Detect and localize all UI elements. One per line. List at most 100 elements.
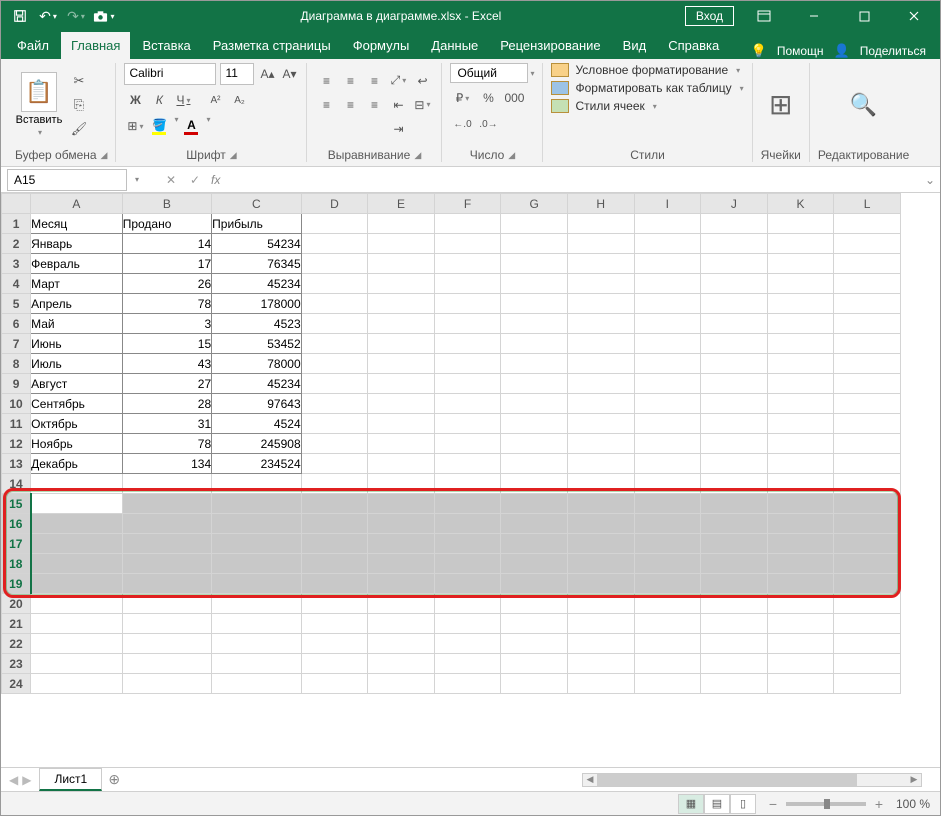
row-header-18[interactable]: 18 (2, 554, 31, 574)
horizontal-scrollbar[interactable]: ◀ ▶ (582, 773, 922, 787)
col-header-F[interactable]: F (434, 194, 501, 214)
cell-B23[interactable] (122, 654, 211, 674)
cell-C12[interactable]: 245908 (212, 434, 301, 454)
row-header-23[interactable]: 23 (2, 654, 31, 674)
tab-insert[interactable]: Вставка (132, 32, 200, 59)
cell-L14[interactable] (834, 474, 901, 494)
cell-L3[interactable] (834, 254, 901, 274)
cell-F22[interactable] (434, 634, 501, 654)
tab-data[interactable]: Данные (421, 32, 488, 59)
cell-A1[interactable]: Месяц (31, 214, 123, 234)
cell-F10[interactable] (434, 394, 501, 414)
cut-icon[interactable]: ✂ (69, 71, 89, 91)
cell-I18[interactable] (634, 554, 701, 574)
cell-A13[interactable]: Декабрь (31, 454, 123, 474)
row-header-14[interactable]: 14 (2, 474, 31, 494)
cell-B19[interactable] (122, 574, 211, 594)
cell-L11[interactable] (834, 414, 901, 434)
cell-G19[interactable] (501, 574, 568, 594)
dialog-launcher-icon[interactable]: ◢ (101, 150, 108, 161)
cell-B6[interactable]: 3 (122, 314, 211, 334)
zoom-in-icon[interactable]: + (872, 796, 886, 812)
row-header-21[interactable]: 21 (2, 614, 31, 634)
cell-D12[interactable] (301, 434, 368, 454)
cell-I22[interactable] (634, 634, 701, 654)
cell-J6[interactable] (701, 314, 768, 334)
col-header-L[interactable]: L (834, 194, 901, 214)
cell-J23[interactable] (701, 654, 768, 674)
cell-D8[interactable] (301, 354, 368, 374)
cell-D6[interactable] (301, 314, 368, 334)
merge-cells-icon[interactable]: ⊟▾ (411, 94, 433, 116)
cell-A18[interactable] (31, 554, 123, 574)
cell-E16[interactable] (368, 514, 435, 534)
cell-C24[interactable] (212, 674, 301, 694)
cell-H1[interactable] (567, 214, 634, 234)
font-size-select[interactable]: 11 (220, 63, 254, 85)
cell-G13[interactable] (501, 454, 568, 474)
row-header-11[interactable]: 11 (2, 414, 31, 434)
cell-H23[interactable] (567, 654, 634, 674)
cell-B11[interactable]: 31 (122, 414, 211, 434)
copy-icon[interactable]: ⎘ (69, 95, 89, 115)
cell-B2[interactable]: 14 (122, 234, 211, 254)
cell-J21[interactable] (701, 614, 768, 634)
row-header-3[interactable]: 3 (2, 254, 31, 274)
row-header-12[interactable]: 12 (2, 434, 31, 454)
cell-E19[interactable] (368, 574, 435, 594)
cell-L4[interactable] (834, 274, 901, 294)
cell-L24[interactable] (834, 674, 901, 694)
cell-I17[interactable] (634, 534, 701, 554)
cell-C22[interactable] (212, 634, 301, 654)
tab-review[interactable]: Рецензирование (490, 32, 610, 59)
font-name-select[interactable]: Calibri (124, 63, 216, 85)
col-header-C[interactable]: C (212, 194, 301, 214)
row-header-9[interactable]: 9 (2, 374, 31, 394)
cell-G23[interactable] (501, 654, 568, 674)
cell-L12[interactable] (834, 434, 901, 454)
cell-I7[interactable] (634, 334, 701, 354)
cell-C20[interactable] (212, 594, 301, 614)
row-header-6[interactable]: 6 (2, 314, 31, 334)
cell-B15[interactable] (122, 494, 211, 514)
worksheet-grid[interactable]: ABCDEFGHIJKL1МесяцПроданоПрибыль2Январь1… (1, 193, 940, 767)
row-header-19[interactable]: 19 (2, 574, 31, 594)
cell-K15[interactable] (767, 494, 834, 514)
cell-L8[interactable] (834, 354, 901, 374)
cell-A19[interactable] (31, 574, 123, 594)
tab-formulas[interactable]: Формулы (343, 32, 420, 59)
cell-H7[interactable] (567, 334, 634, 354)
share-label[interactable]: Поделиться (860, 44, 926, 58)
cell-H18[interactable] (567, 554, 634, 574)
cell-G18[interactable] (501, 554, 568, 574)
cell-E24[interactable] (368, 674, 435, 694)
cell-K4[interactable] (767, 274, 834, 294)
cell-B13[interactable]: 134 (122, 454, 211, 474)
cell-B14[interactable] (122, 474, 211, 494)
cell-E21[interactable] (368, 614, 435, 634)
cell-B16[interactable] (122, 514, 211, 534)
cell-F5[interactable] (434, 294, 501, 314)
row-header-10[interactable]: 10 (2, 394, 31, 414)
cell-H12[interactable] (567, 434, 634, 454)
italic-button[interactable]: К (148, 89, 170, 111)
cell-E10[interactable] (368, 394, 435, 414)
paste-button[interactable]: 📋 Вставить ▾ (15, 72, 63, 137)
cell-G14[interactable] (501, 474, 568, 494)
expand-formula-bar-icon[interactable]: ⌄ (920, 173, 940, 187)
cell-F2[interactable] (434, 234, 501, 254)
cell-C6[interactable]: 4523 (212, 314, 301, 334)
cell-J3[interactable] (701, 254, 768, 274)
cell-K3[interactable] (767, 254, 834, 274)
cell-I16[interactable] (634, 514, 701, 534)
cell-A14[interactable] (31, 474, 123, 494)
close-icon[interactable] (894, 2, 934, 30)
camera-icon[interactable]: ▾ (91, 3, 117, 29)
cell-F23[interactable] (434, 654, 501, 674)
select-all-corner[interactable] (2, 194, 31, 214)
cell-E18[interactable] (368, 554, 435, 574)
cell-I2[interactable] (634, 234, 701, 254)
cell-A5[interactable]: Апрель (31, 294, 123, 314)
cell-G17[interactable] (501, 534, 568, 554)
cell-G3[interactable] (501, 254, 568, 274)
